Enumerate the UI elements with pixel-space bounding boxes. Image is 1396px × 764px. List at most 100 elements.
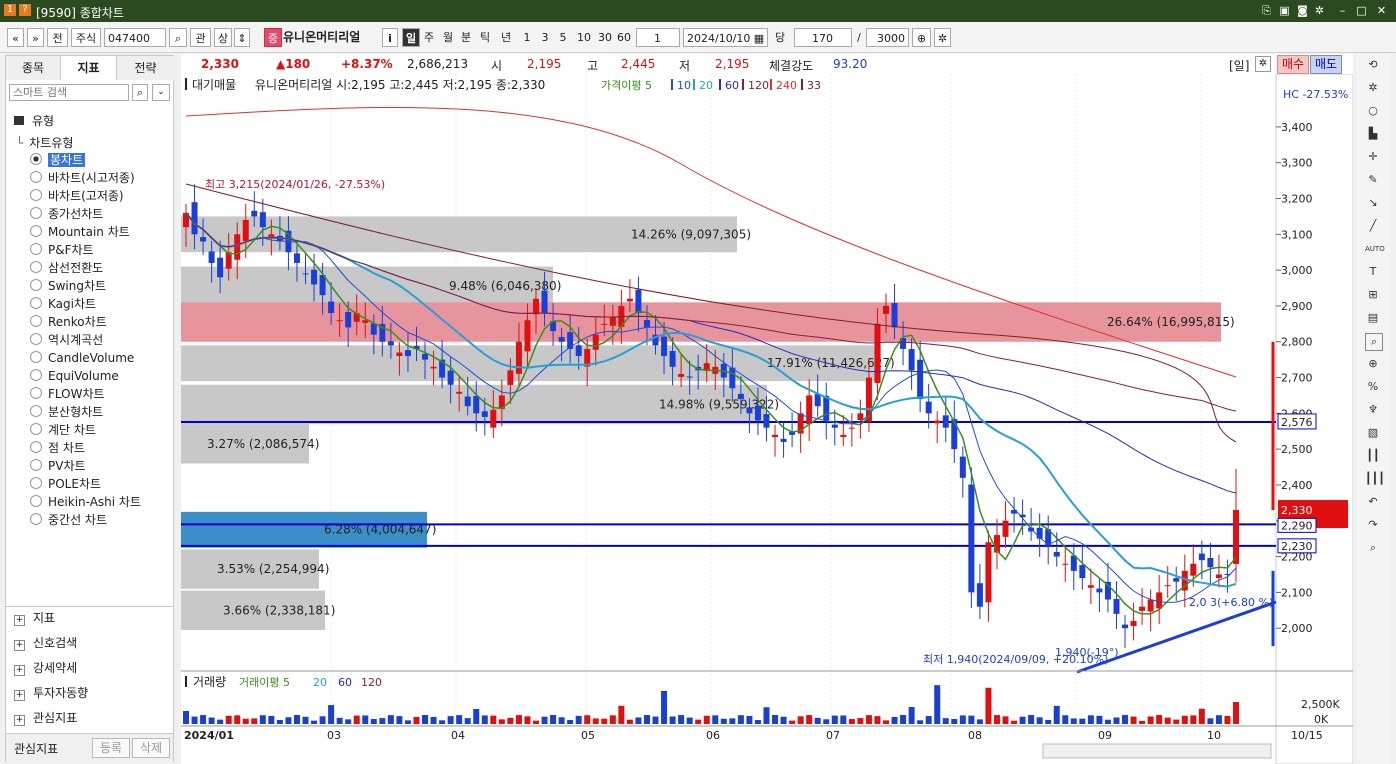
spin-icon[interactable]: ⇕ — [234, 28, 250, 47]
radio-icon[interactable] — [30, 513, 42, 525]
period-minute-button[interactable]: 분 — [458, 28, 474, 47]
bar-chart-icon[interactable]: ▙ — [1365, 126, 1381, 142]
chart-type-item[interactable]: 역시계곡선 — [30, 332, 103, 348]
gear-icon[interactable]: ✲ — [934, 28, 951, 47]
chart-type-item[interactable]: 점 차트 — [30, 440, 85, 456]
chart-type-item[interactable]: Kagi차트 — [30, 296, 96, 312]
search-icon[interactable]: ⌕ — [169, 28, 187, 47]
radio-icon[interactable] — [30, 297, 42, 309]
chart-type-item[interactable]: 종가선차트 — [30, 206, 103, 222]
minute-3-button[interactable]: 3 — [538, 28, 552, 47]
minute-10-button[interactable]: 10 — [574, 28, 594, 47]
fibonacci-icon[interactable]: ⊞ — [1365, 287, 1381, 303]
search-icon[interactable]: ⌕ — [1365, 540, 1381, 556]
register-button[interactable]: 등록 — [92, 738, 130, 758]
period-month-button[interactable]: 월 — [440, 28, 456, 47]
chart-type-item[interactable]: Swing차트 — [30, 278, 106, 294]
count-input[interactable]: 170 — [794, 28, 852, 47]
radio-icon[interactable] — [30, 423, 42, 435]
chart-type-item[interactable]: 바차트(시고저종) — [30, 170, 135, 186]
chart-type-item[interactable]: P&F차트 — [30, 242, 94, 258]
refresh-icon[interactable]: ⟲ — [1365, 57, 1381, 73]
next-stock-button[interactable]: » — [27, 28, 44, 47]
dang-button[interactable]: 당 — [771, 28, 789, 47]
zoom-in-icon[interactable]: ⊕ — [912, 28, 931, 47]
copy-icon[interactable]: ▣ — [1278, 4, 1291, 17]
tree-investor-trend[interactable]: + 투자자동향 — [14, 683, 88, 703]
radio-icon[interactable] — [30, 351, 42, 363]
tab-indicator[interactable]: 지표 — [61, 56, 117, 80]
radio-icon[interactable] — [30, 279, 42, 291]
grid-icon[interactable]: ▤ — [1365, 310, 1381, 326]
close-icon[interactable]: ✕ — [1375, 4, 1388, 17]
radio-icon[interactable] — [30, 441, 42, 453]
chart-type-item[interactable]: POLE차트 — [30, 476, 101, 492]
undo-icon[interactable]: ↶ — [1365, 494, 1381, 510]
chart-type-item[interactable]: 분산형차트 — [30, 404, 103, 420]
prev-stock-button[interactable]: « — [7, 28, 24, 47]
bars-icon[interactable]: ┃┃ — [1365, 448, 1381, 464]
radio-icon[interactable] — [30, 387, 42, 399]
percent-icon[interactable]: % — [1365, 379, 1381, 395]
radio-icon[interactable] — [30, 333, 42, 345]
radio-icon[interactable] — [30, 315, 42, 327]
search-icon[interactable]: ⌕ — [132, 84, 148, 101]
gear-icon[interactable]: ✲ — [1365, 80, 1381, 96]
chart-type-item[interactable]: 봉차트 — [30, 152, 86, 168]
radio-icon[interactable] — [30, 189, 42, 201]
tab-strategy[interactable]: 전략 — [117, 56, 174, 80]
radio-icon[interactable] — [30, 495, 42, 507]
period-day-button[interactable]: 일 — [402, 28, 420, 47]
minute-1-button[interactable]: 1 — [520, 28, 534, 47]
calendar-icon[interactable]: ▦ — [752, 29, 766, 48]
gwan-button[interactable]: 관 — [190, 28, 211, 47]
tree-strength[interactable]: + 강세약세 — [14, 658, 77, 678]
link-icon[interactable]: ⎘ — [1260, 4, 1273, 17]
chart-type-item[interactable]: EquiVolume — [30, 368, 119, 384]
chart-type-item[interactable]: Heikin-Ashi 차트 — [30, 494, 141, 510]
settings-icon[interactable]: ✲ — [1255, 56, 1271, 72]
period-year-button[interactable]: 년 — [496, 28, 516, 47]
stock-code-input[interactable]: 047400 — [104, 28, 166, 47]
chart-type-item[interactable]: 바차트(고저종) — [30, 188, 124, 204]
tree-signal-search[interactable]: + 신호검색 — [14, 633, 77, 653]
pattern-icon[interactable]: ♆ — [1365, 402, 1381, 418]
dropdown-icon[interactable]: ⌄ — [152, 84, 170, 101]
delete-button[interactable]: 삭제 — [132, 738, 170, 758]
text-icon[interactable]: T — [1365, 264, 1381, 280]
minute-60-button[interactable]: 60 — [614, 28, 634, 47]
pen-icon[interactable]: ✎ — [1365, 172, 1381, 188]
radio-icon[interactable] — [30, 261, 42, 273]
radio-icon[interactable] — [30, 477, 42, 489]
minimize-icon[interactable]: – — [1336, 4, 1349, 17]
radio-icon[interactable] — [30, 243, 42, 255]
radio-icon[interactable] — [30, 207, 42, 219]
radio-icon[interactable] — [30, 225, 42, 237]
buy-button[interactable]: 매수 — [1277, 55, 1309, 74]
radio-icon[interactable] — [30, 171, 42, 183]
cross-line-icon[interactable]: ✛ — [1365, 149, 1381, 165]
chart-type-item[interactable]: CandleVolume — [30, 350, 134, 366]
help-icon[interactable]: ? — [19, 4, 31, 16]
sell-button[interactable]: 매도 — [1310, 55, 1342, 74]
chart-type-item[interactable]: PV차트 — [30, 458, 86, 474]
radio-icon[interactable] — [30, 405, 42, 417]
tree-favorite-indicator[interactable]: + 관심지표 — [14, 708, 77, 728]
radio-icon[interactable] — [30, 369, 42, 381]
minute-5-button[interactable]: 5 — [556, 28, 570, 47]
sang-button[interactable]: 상 — [214, 28, 232, 47]
zoom-icon[interactable]: ⊕ — [1365, 356, 1381, 372]
auto-icon[interactable]: AUTO — [1365, 241, 1385, 257]
line-icon[interactable]: ╱ — [1365, 218, 1381, 234]
settings-icon[interactable]: ✲ — [1313, 4, 1326, 17]
tab-stock[interactable]: 종목 — [6, 56, 61, 80]
camera-icon[interactable]: ◙ — [1296, 4, 1309, 17]
maximize-icon[interactable]: □ — [1355, 4, 1368, 17]
chart-type-item[interactable]: 계단 차트 — [30, 422, 96, 438]
jeon-button[interactable]: 전 — [47, 28, 68, 47]
period-week-button[interactable]: 주 — [421, 28, 437, 47]
radio-icon[interactable] — [30, 153, 42, 165]
columns-icon[interactable]: ┃┃┃ — [1365, 471, 1385, 487]
magnify-icon[interactable]: ⌕ — [1365, 333, 1383, 351]
total-input[interactable]: 3000 — [866, 28, 909, 47]
